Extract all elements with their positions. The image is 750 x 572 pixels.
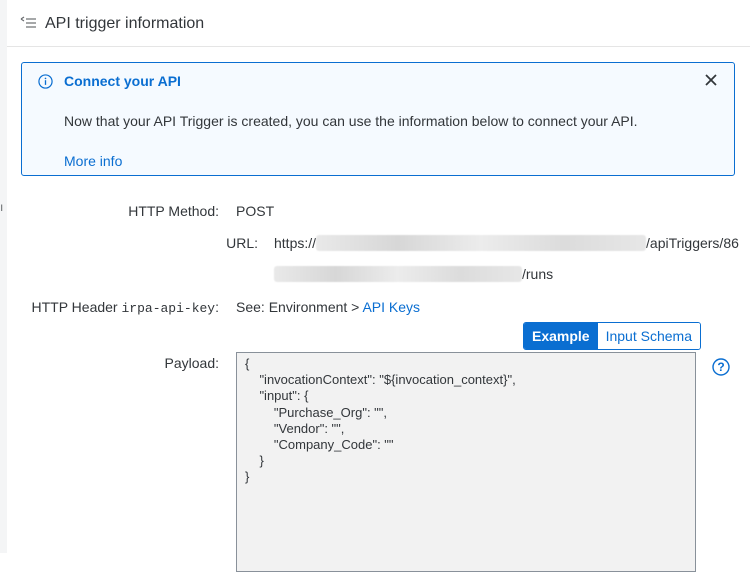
url-line-1: https:// /apiTriggers/86 [274, 235, 739, 251]
tab-example[interactable]: Example [524, 323, 598, 349]
url-redacted-host [316, 235, 647, 251]
payload-label: Payload: [164, 355, 219, 371]
info-banner: Connect your API Now that your API Trigg… [21, 62, 735, 176]
more-info-link[interactable]: More info [64, 153, 122, 169]
url-label: URL: [226, 235, 258, 251]
tab-input-schema[interactable]: Input Schema [597, 323, 700, 349]
left-edge-glyph: ı [0, 200, 4, 214]
dialog-title: API trigger information [45, 15, 205, 32]
http-header-label-prefix: HTTP Header [31, 299, 122, 315]
payload-code-area[interactable]: { "invocationContext": "${invocation_con… [236, 352, 696, 572]
http-method-label: HTTP Method: [128, 203, 219, 219]
close-icon[interactable] [704, 73, 718, 87]
http-header-key: irpa-api-key [121, 301, 216, 316]
http-method-value: POST [236, 203, 275, 219]
http-header-value-prefix: See: Environment > [236, 299, 363, 315]
url-suffix: /runs [522, 266, 554, 282]
url-line-2: /runs [274, 266, 553, 282]
help-icon[interactable]: ? [712, 358, 730, 376]
banner-title: Connect your API [64, 73, 181, 89]
http-header-label-suffix: : [215, 299, 219, 315]
info-icon [38, 74, 53, 89]
url-redacted-id [274, 266, 522, 282]
payload-view-toggle: Example Input Schema [523, 322, 701, 350]
http-header-label: HTTP Header irpa-api-key: [20, 299, 219, 316]
collapse-list-icon[interactable] [20, 16, 38, 30]
left-edge-panel: ı [0, 0, 7, 553]
svg-text:?: ? [717, 360, 724, 374]
payload-text: { "invocationContext": "${invocation_con… [245, 356, 516, 485]
url-path: /apiTriggers/86 [646, 235, 739, 251]
url-prefix: https:// [274, 235, 317, 251]
api-keys-link[interactable]: API Keys [362, 299, 420, 315]
banner-message: Now that your API Trigger is created, yo… [64, 113, 638, 129]
http-header-value: See: Environment > API Keys [236, 299, 420, 315]
dialog-header: API trigger information [7, 0, 750, 47]
